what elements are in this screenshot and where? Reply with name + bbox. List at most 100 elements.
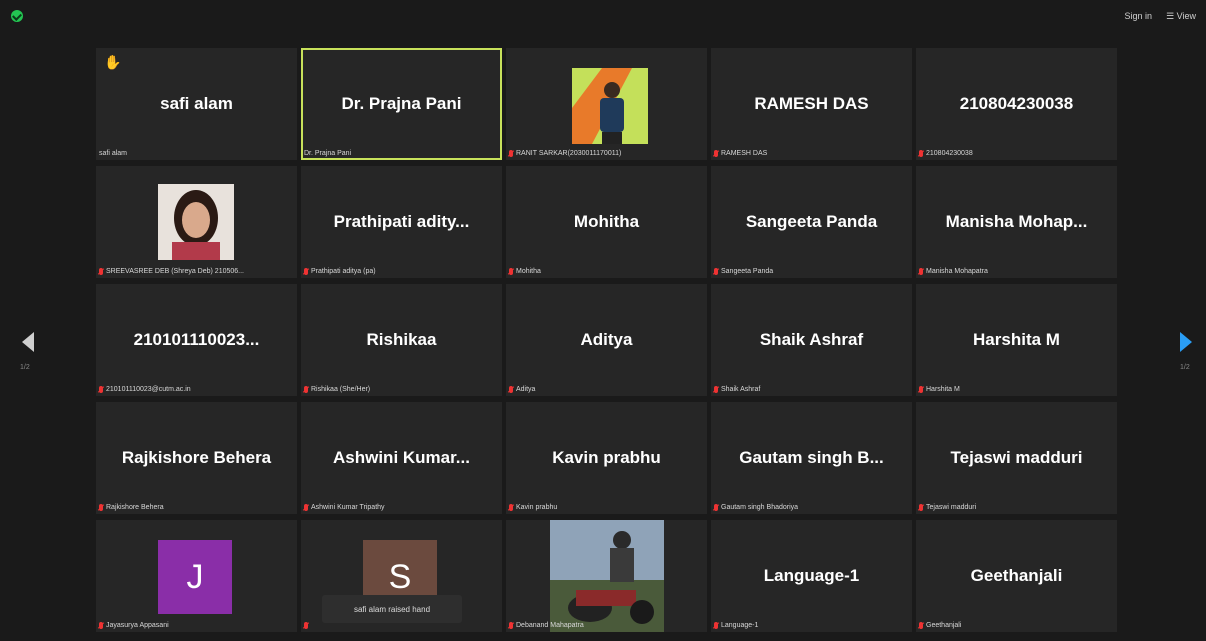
- top-right-controls: Sign in ☰ View: [1125, 11, 1196, 22]
- participant-tile[interactable]: SREEVASREE DEB (Shreya Deb) 210506...: [96, 166, 297, 278]
- participant-display-name: Rajkishore Behera: [121, 448, 272, 467]
- security-shield-icon[interactable]: [11, 10, 23, 22]
- prev-page-arrow-icon[interactable]: [22, 332, 34, 352]
- participant-name-label: Shaik Ashraf: [714, 386, 760, 393]
- participant-name: Rishikaa (She/Her): [311, 386, 371, 393]
- participant-display-name: Shaik Ashraf: [759, 330, 864, 349]
- participant-name-label: Rishikaa (She/Her): [304, 386, 370, 393]
- top-bar: Sign in ☰ View: [0, 0, 1206, 36]
- muted-mic-icon: [99, 386, 103, 393]
- muted-mic-icon: [509, 504, 513, 511]
- participant-name: Gautam singh Bhadoriya: [721, 504, 799, 511]
- participant-name: Rajkishore Behera: [106, 504, 164, 511]
- participant-tile[interactable]: ✋ safi alam safi alam: [96, 48, 297, 160]
- participant-tile[interactable]: RANIT SARKAR(2030011170011): [506, 48, 707, 160]
- page-indicator-right: 1/2: [1180, 364, 1190, 371]
- participant-display-name: 210101110023...: [133, 330, 260, 349]
- participant-name: 210804230038: [926, 150, 973, 157]
- raised-hand-icon: ✋: [104, 54, 122, 70]
- participant-tile[interactable]: Shaik Ashraf Shaik Ashraf: [711, 284, 912, 396]
- participant-tile[interactable]: Rishikaa Rishikaa (She/Her): [301, 284, 502, 396]
- muted-mic-icon: [509, 622, 513, 629]
- participant-name-label: 210101110023@cutm.ac.in: [99, 386, 191, 393]
- participant-name-label: Debanand Mahapatra: [509, 622, 584, 629]
- participant-name: Jayasurya Appasani: [106, 622, 169, 629]
- participant-name-label: RAMESH DAS: [714, 150, 767, 157]
- participant-tile[interactable]: Sangeeta Panda Sangeeta Panda: [711, 166, 912, 278]
- participant-gallery: ✋ safi alam safi alam Dr. Prajna Pani Dr. Pr…: [96, 48, 1117, 632]
- muted-mic-icon: [714, 386, 718, 393]
- sign-in-button[interactable]: Sign in: [1125, 11, 1153, 22]
- participant-display-name: Harshita M: [973, 330, 1060, 349]
- participant-name-label: Manisha Mohapatra: [919, 268, 988, 275]
- participant-name-label: SREEVASREE DEB (Shreya Deb) 210506...: [99, 268, 244, 275]
- raised-hand-toast: safi alam raised hand: [322, 595, 462, 623]
- muted-mic-icon: [919, 268, 923, 275]
- participant-name: Sangeeta Panda: [721, 268, 774, 275]
- participant-tile[interactable]: Debanand Mahapatra: [506, 520, 707, 632]
- participant-tile[interactable]: RAMESH DAS RAMESH DAS: [711, 48, 912, 160]
- participant-display-name: Manisha Mohap...: [945, 212, 1088, 231]
- participant-display-name: Aditya: [580, 330, 633, 349]
- participant-name: Kavin prabhu: [516, 504, 558, 511]
- participant-tile[interactable]: Manisha Mohap... Manisha Mohapatra: [916, 166, 1117, 278]
- avatar: J: [158, 540, 232, 614]
- participant-tile[interactable]: Tejaswi madduri Tejaswi madduri: [916, 402, 1117, 514]
- participant-name-label: Rajkishore Behera: [99, 504, 164, 511]
- participant-name: Manisha Mohapatra: [926, 268, 988, 275]
- participant-display-name: Sangeeta Panda: [745, 212, 878, 231]
- view-button[interactable]: ☰ View: [1166, 11, 1196, 22]
- participant-name-label: Dr. Prajna Pani: [304, 150, 351, 157]
- participant-tile[interactable]: Dr. Prajna Pani Dr. Prajna Pani: [301, 48, 502, 160]
- participant-name: Prathipati aditya (pa): [311, 268, 376, 275]
- participant-name-label: 210804230038: [919, 150, 973, 157]
- participant-name-label: Geethanjali: [919, 622, 961, 629]
- participant-name: 210101110023@cutm.ac.in: [106, 386, 191, 393]
- participant-name-label: Aditya: [509, 386, 535, 393]
- participant-tile[interactable]: J Jayasurya Appasani: [96, 520, 297, 632]
- participant-tile[interactable]: Aditya Aditya: [506, 284, 707, 396]
- participant-display-name: Gautam singh B...: [739, 448, 884, 467]
- muted-mic-icon: [714, 150, 718, 157]
- participant-tile[interactable]: Ashwini Kumar... Ashwini Kumar Tripathy: [301, 402, 502, 514]
- participant-name-label: Gautam singh Bhadoriya: [714, 504, 798, 511]
- muted-mic-icon: [509, 386, 513, 393]
- participant-display-name: Prathipati adity...: [333, 212, 470, 231]
- participant-name: Mohitha: [516, 268, 541, 275]
- participant-tile[interactable]: Harshita M Harshita M: [916, 284, 1117, 396]
- participant-display-name: Rishikaa: [366, 330, 437, 349]
- muted-mic-icon: [99, 622, 103, 629]
- muted-mic-icon: [304, 622, 308, 629]
- participant-tile[interactable]: 210101110023... 210101110023@cutm.ac.in: [96, 284, 297, 396]
- participant-tile[interactable]: Kavin prabhu Kavin prabhu: [506, 402, 707, 514]
- participant-tile[interactable]: Mohitha Mohitha: [506, 166, 707, 278]
- participant-name-label: Sangeeta Panda: [714, 268, 773, 275]
- muted-mic-icon: [919, 504, 923, 511]
- muted-mic-icon: [714, 622, 718, 629]
- participant-name: Harshita M: [926, 386, 960, 393]
- participant-tile[interactable]: 210804230038 210804230038: [916, 48, 1117, 160]
- participant-display-name: RAMESH DAS: [754, 94, 869, 113]
- participant-photo: [158, 184, 234, 260]
- grid-view-icon: ☰: [1166, 11, 1177, 21]
- muted-mic-icon: [304, 386, 308, 393]
- muted-mic-icon: [714, 504, 718, 511]
- view-label: View: [1176, 11, 1196, 21]
- participant-display-name: Geethanjali: [970, 566, 1063, 585]
- next-page-arrow-icon[interactable]: [1180, 332, 1192, 352]
- participant-tile[interactable]: Prathipati adity... Prathipati aditya (pa…: [301, 166, 502, 278]
- participant-name: Aditya: [516, 386, 536, 393]
- participant-display-name: Kavin prabhu: [552, 448, 661, 467]
- participant-name-label: safi alam: [99, 150, 127, 157]
- participant-tile[interactable]: Geethanjali Geethanjali: [916, 520, 1117, 632]
- participant-tile[interactable]: Rajkishore Behera Rajkishore Behera: [96, 402, 297, 514]
- participant-name: Ashwini Kumar Tripathy: [311, 504, 385, 511]
- participant-tile[interactable]: Gautam singh B... Gautam singh Bhadoriya: [711, 402, 912, 514]
- participant-tile[interactable]: Language-1 Language-1: [711, 520, 912, 632]
- muted-mic-icon: [919, 622, 923, 629]
- participant-name: Debanand Mahapatra: [516, 622, 584, 629]
- participant-name-label: [304, 622, 311, 629]
- participant-display-name: Ashwini Kumar...: [333, 448, 470, 467]
- participant-name-label: RANIT SARKAR(2030011170011): [509, 150, 621, 157]
- muted-mic-icon: [304, 504, 308, 511]
